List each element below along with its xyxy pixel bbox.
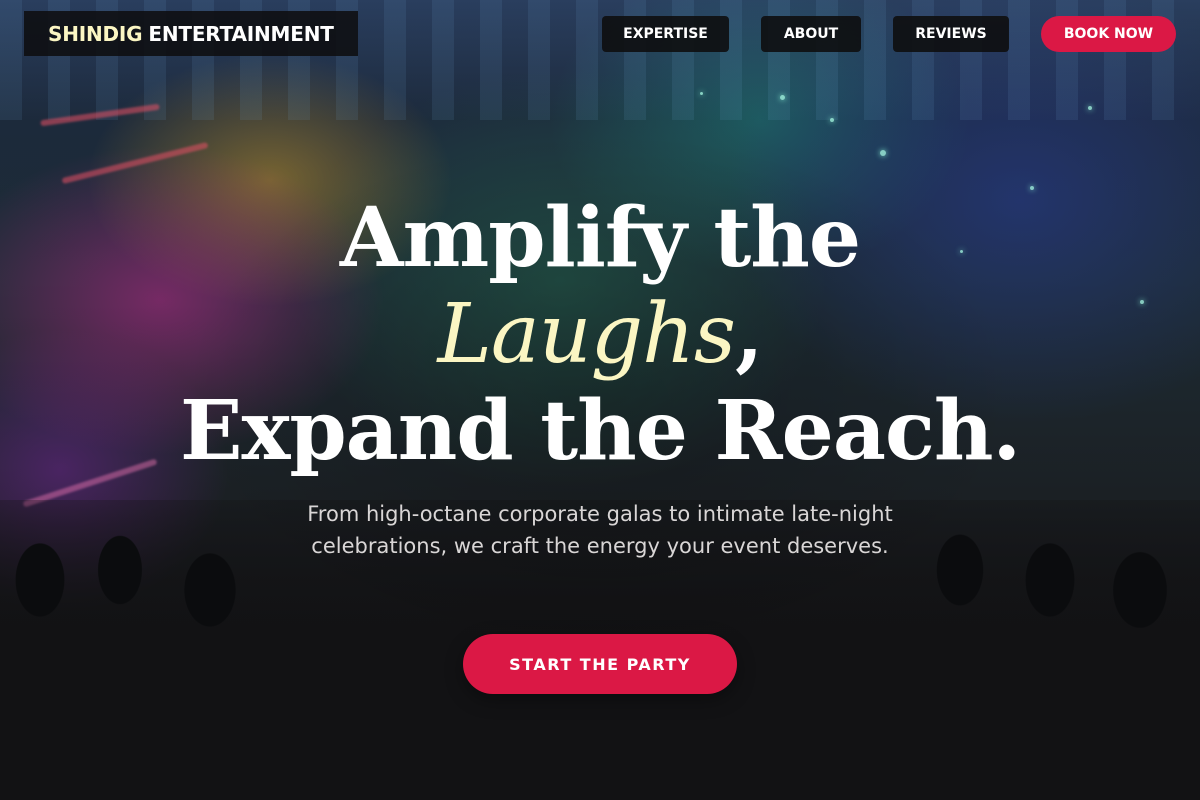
landing-page: SHINDIG ENTERTAINMENT EXPERTISE ABOUT RE… bbox=[0, 0, 1200, 800]
hero-section: Amplify the Laughs, Expand the Reach. Fr… bbox=[0, 190, 1200, 558]
headline-line-2: Laughs, bbox=[0, 286, 1200, 383]
site-header: SHINDIG ENTERTAINMENT EXPERTISE ABOUT RE… bbox=[0, 0, 1200, 68]
book-now-button[interactable]: BOOK NOW bbox=[1041, 16, 1176, 52]
headline-line-1: Amplify the bbox=[339, 190, 861, 286]
logo-text: ENTERTAINMENT bbox=[148, 21, 334, 46]
hero-subtitle: From high-octane corporate galas to inti… bbox=[307, 502, 893, 558]
headline-comma: , bbox=[734, 286, 764, 382]
hero-headline: Amplify the Laughs, Expand the Reach. bbox=[0, 190, 1200, 479]
nav-expertise[interactable]: EXPERTISE bbox=[602, 16, 729, 52]
headline-accent-word: Laughs bbox=[437, 287, 736, 382]
site-logo[interactable]: SHINDIG ENTERTAINMENT bbox=[24, 11, 358, 56]
logo-accent-text: SHINDIG bbox=[48, 21, 143, 46]
nav-reviews[interactable]: REVIEWS bbox=[893, 16, 1009, 52]
headline-line-3: Expand the Reach. bbox=[179, 383, 1021, 479]
nav-about[interactable]: ABOUT bbox=[761, 16, 861, 52]
start-the-party-button[interactable]: START THE PARTY bbox=[463, 634, 737, 694]
